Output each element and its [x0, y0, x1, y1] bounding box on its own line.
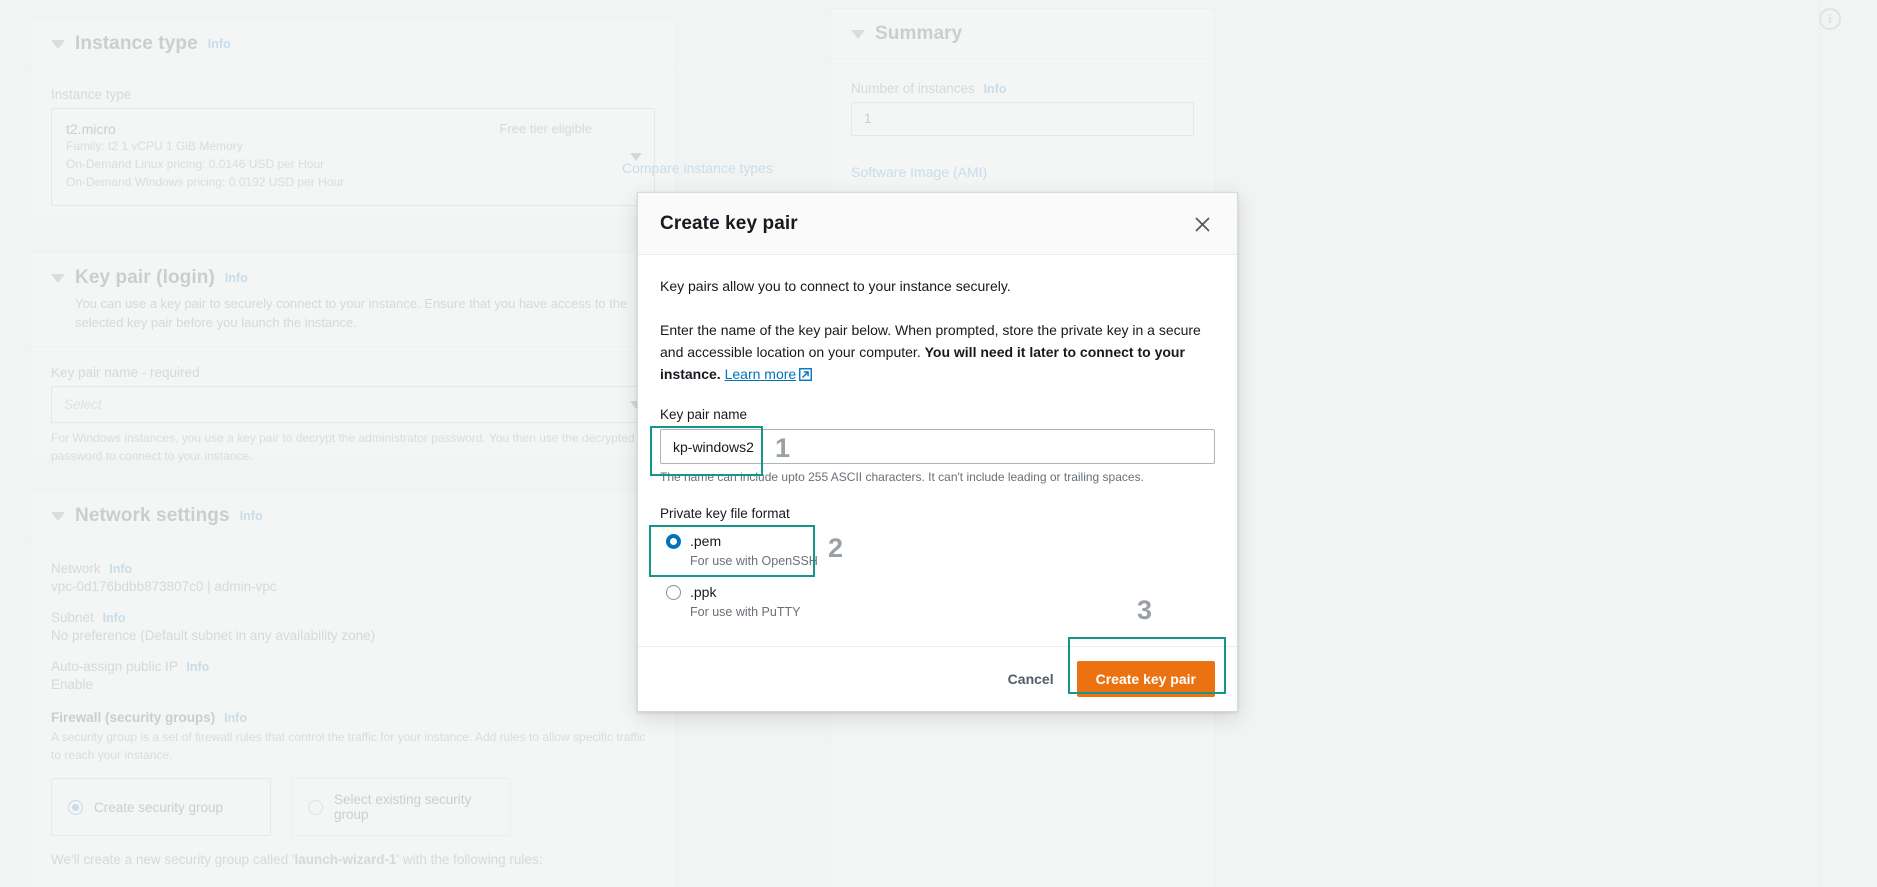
- network-label: Network Info: [51, 561, 133, 576]
- firewall-description: A security group is a set of firewall ru…: [51, 730, 646, 762]
- chevron-down-icon[interactable]: [851, 29, 865, 39]
- chevron-down-icon[interactable]: [51, 273, 65, 283]
- info-link[interactable]: Info: [208, 37, 231, 51]
- firewall-options: Create security group Select existing se…: [51, 778, 655, 836]
- instance-type-detail-family: Family: t2 1 vCPU 1 GiB Memory: [66, 139, 243, 153]
- number-of-instances-input[interactable]: 1: [851, 102, 1194, 136]
- format-option-pem[interactable]: .pem For use with OpenSSH: [660, 527, 1215, 575]
- private-key-format-label: Private key file format: [660, 506, 790, 521]
- key-pair-hint: For Windows instances, you use a key pai…: [51, 431, 635, 463]
- auto-ip-value: Enable: [51, 677, 94, 692]
- summary-body: Number of instances Info 1 Software Imag…: [831, 59, 1214, 200]
- key-pair-name-hint: The name can include upto 255 ASCII char…: [660, 470, 1144, 484]
- format-ppk-description: For use with PuTTY: [690, 605, 801, 619]
- software-image-ami-link[interactable]: Software Image (AMI): [851, 164, 1194, 180]
- instance-type-card: Instance type Info Instance type t2.micr…: [30, 18, 676, 218]
- chevron-down-icon[interactable]: [51, 511, 65, 521]
- screen: Instance type Info Instance type t2.micr…: [0, 0, 1877, 887]
- option-create-security-group[interactable]: Create security group: [51, 778, 271, 836]
- instance-type-detail-linux: On-Demand Linux pricing: 0.0146 USD per …: [66, 157, 325, 171]
- annotation-number-1: 1: [775, 433, 791, 463]
- instance-type-header[interactable]: Instance type Info: [31, 19, 675, 69]
- modal-header: Create key pair: [638, 193, 1237, 255]
- key-pair-name-placeholder: Select: [64, 397, 102, 412]
- modal-title: Create key pair: [660, 213, 798, 234]
- network-settings-header[interactable]: Network settings Info: [31, 491, 675, 541]
- format-pem-description: For use with OpenSSH: [690, 554, 818, 568]
- format-pem-label: .pem: [690, 533, 722, 549]
- compare-instance-types-link[interactable]: Compare instance types: [622, 160, 773, 176]
- learn-more-link[interactable]: Learn more: [725, 366, 797, 382]
- network-value: vpc-0d176bdbb873807c0 | admin-vpc: [51, 579, 277, 594]
- option-select-security-group[interactable]: Select existing security group: [291, 778, 511, 836]
- instance-type-value: t2.micro: [66, 121, 116, 137]
- info-link[interactable]: Info: [224, 711, 247, 725]
- key-pair-body: Key pair name - required Select For Wind…: [31, 347, 675, 485]
- instance-type-field-label: Instance type: [51, 87, 132, 102]
- annotation-number-3: 3: [1137, 595, 1153, 625]
- subnet-label: Subnet Info: [51, 610, 126, 625]
- info-link[interactable]: Info: [240, 509, 263, 523]
- key-pair-header[interactable]: Key pair (login) Info You can use a key …: [31, 253, 675, 347]
- chevron-down-icon[interactable]: [51, 39, 65, 49]
- key-pair-name-label: Key pair name: [660, 407, 748, 422]
- instance-type-select[interactable]: t2.micro Free tier eligible Family: t2 1…: [51, 108, 655, 206]
- annotation-number-2: 2: [828, 533, 844, 563]
- modal-paragraph-2: Enter the name of the key pair below. Wh…: [660, 319, 1215, 387]
- info-link[interactable]: Info: [103, 611, 126, 625]
- auto-ip-label: Auto-assign public IP Info: [51, 659, 210, 674]
- key-pair-name-input[interactable]: [660, 429, 1215, 464]
- info-circle-icon[interactable]: i: [1819, 8, 1841, 30]
- radio-icon-ppk[interactable]: [666, 585, 681, 600]
- network-settings-title: Network settings: [75, 505, 230, 526]
- radio-icon[interactable]: [68, 799, 83, 815]
- info-link[interactable]: Info: [225, 271, 248, 285]
- modal-paragraph-1: Key pairs allow you to connect to your i…: [660, 278, 1011, 294]
- right-rail-divider: [1819, 0, 1820, 887]
- key-pair-card: Key pair (login) Info You can use a key …: [30, 252, 735, 463]
- summary-title: Summary: [875, 23, 963, 44]
- cancel-button[interactable]: Cancel: [991, 662, 1071, 696]
- network-settings-body: Network Info vpc-0d176bdbb873807c0 | adm…: [31, 541, 675, 887]
- instance-type-title: Instance type: [75, 33, 198, 54]
- info-link[interactable]: Info: [984, 82, 1007, 96]
- radio-icon[interactable]: [308, 799, 323, 815]
- subnet-value: No preference (Default subnet in any ava…: [51, 628, 376, 643]
- info-link[interactable]: Info: [109, 562, 132, 576]
- instance-type-body: Instance type t2.micro Free tier eligibl…: [31, 69, 675, 226]
- key-pair-name-select[interactable]: Select: [51, 386, 655, 423]
- chevron-down-icon[interactable]: [630, 153, 642, 161]
- create-key-pair-button[interactable]: Create key pair: [1076, 661, 1215, 697]
- number-of-instances-label: Number of instances Info: [851, 81, 1007, 96]
- security-group-note: We'll create a new security group called…: [51, 852, 543, 867]
- firewall-label: Firewall (security groups) Info: [51, 710, 247, 725]
- info-link[interactable]: Info: [186, 660, 209, 674]
- instance-type-detail-windows: On-Demand Windows pricing: 0.0192 USD pe…: [66, 175, 345, 189]
- create-key-pair-modal: Create key pair Key pairs allow you to c…: [637, 192, 1238, 712]
- format-ppk-label: .ppk: [690, 584, 717, 600]
- free-tier-badge: Free tier eligible: [499, 121, 593, 136]
- external-link-icon[interactable]: [799, 365, 813, 387]
- modal-footer: Cancel Create key pair: [638, 646, 1237, 711]
- key-pair-name-label: Key pair name - required: [51, 365, 200, 380]
- network-settings-card: Network settings Info Network Info vpc-0…: [30, 490, 676, 887]
- summary-header[interactable]: Summary: [831, 9, 1214, 59]
- radio-icon-pem[interactable]: [666, 534, 681, 549]
- modal-body: Key pairs allow you to connect to your i…: [638, 255, 1237, 632]
- key-pair-title: Key pair (login): [75, 267, 215, 288]
- close-icon[interactable]: [1189, 211, 1215, 237]
- key-pair-description: You can use a key pair to securely conne…: [75, 296, 628, 330]
- format-option-ppk[interactable]: .ppk For use with PuTTY: [660, 578, 1215, 626]
